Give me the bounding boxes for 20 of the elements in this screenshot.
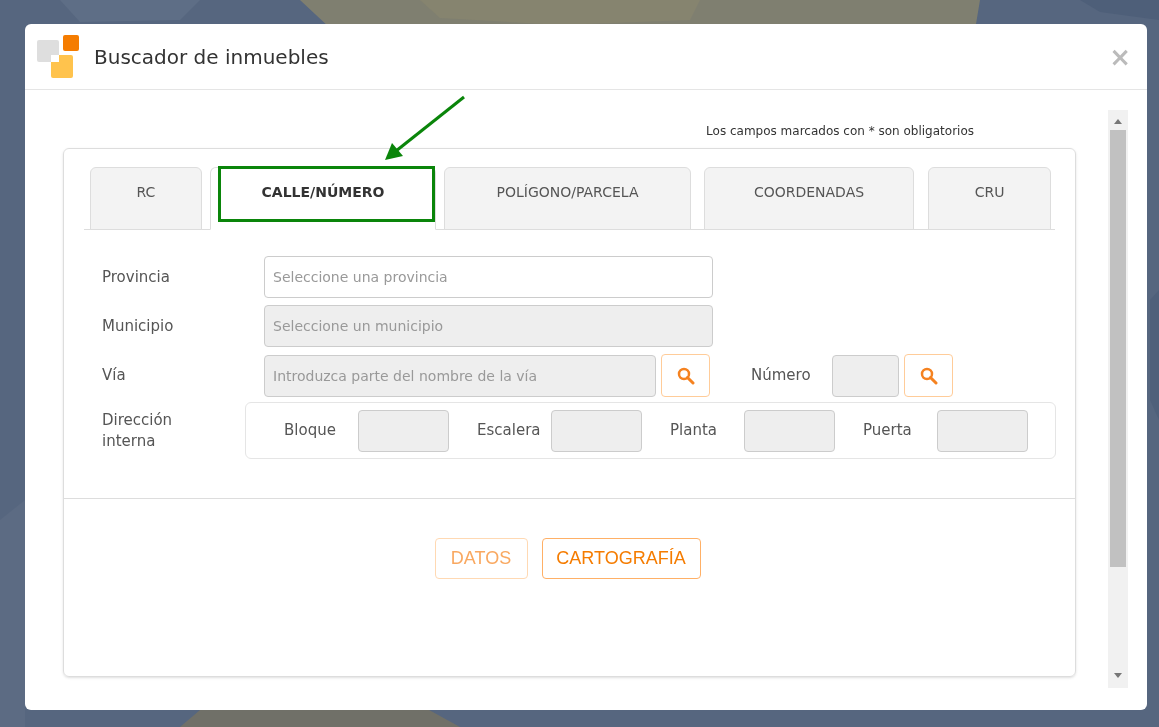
- tab[interactable]: POLÍGONO/PARCELA: [444, 167, 691, 230]
- field-label: Dirección interna: [102, 409, 174, 452]
- tab[interactable]: RC: [90, 167, 202, 230]
- required-note: Los campos marcados con * son obligatorios: [706, 123, 974, 140]
- input-field[interactable]: Seleccione una provincia: [264, 256, 713, 298]
- field-label: Vía: [102, 365, 127, 387]
- field-label: Número: [751, 365, 812, 387]
- logo-icon: [37, 34, 79, 79]
- field-label: Escalera: [477, 420, 542, 442]
- window-title: Buscador de inmuebles: [94, 43, 329, 71]
- search-icon: [919, 366, 938, 385]
- tab[interactable]: COORDENADAS: [704, 167, 914, 230]
- field-label: Municipio: [102, 315, 175, 337]
- tab[interactable]: CRU: [928, 167, 1051, 230]
- field-label: Bloque: [284, 420, 337, 442]
- field-label: Provincia: [102, 266, 171, 288]
- field-label: Puerta: [863, 420, 913, 442]
- field-label: Planta: [670, 420, 718, 442]
- scrollbar[interactable]: [1108, 110, 1128, 688]
- search-icon: [676, 366, 695, 385]
